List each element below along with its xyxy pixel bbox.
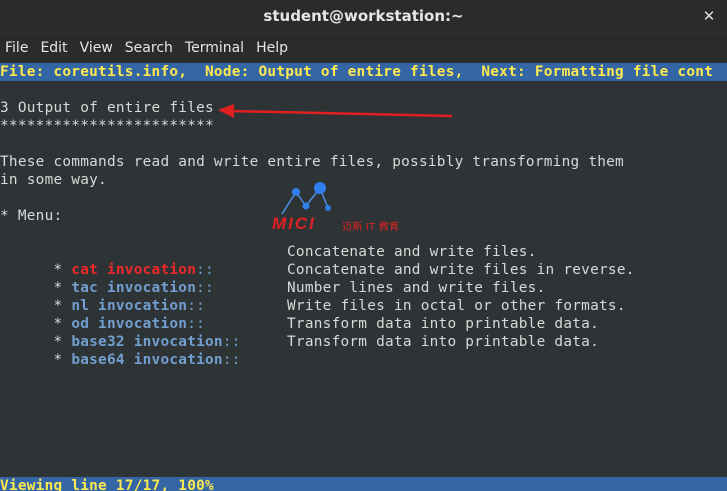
entry-description: Number lines and write files. (287, 280, 546, 296)
menu-entry-od[interactable]: * od invocation:: Write files in octal o… (0, 297, 727, 332)
window-title: student@workstation:~ (263, 7, 464, 25)
menu-terminal[interactable]: Terminal (179, 40, 250, 56)
section-title: 3 Output of entire files (0, 100, 214, 116)
entry-description: Transform data into printable data. (287, 316, 599, 332)
menu-entry-tac[interactable]: * tac invocation:: Concatenate and write… (0, 261, 727, 296)
section-underline: ************************ (0, 118, 214, 134)
title-bar: student@workstation:~ ✕ (0, 0, 727, 32)
section-description-line-1: These commands read and write entire fil… (0, 154, 624, 170)
menu-entry-cat[interactable]: * cat invocation:: Concatenate and write… (0, 243, 727, 278)
menu-edit[interactable]: Edit (34, 40, 73, 56)
entry-description: Concatenate and write files. (287, 244, 537, 260)
menu-entry-nl[interactable]: * nl invocation:: Number lines and write… (0, 279, 727, 314)
status-line: Viewing line 17/17, 100% (0, 477, 727, 491)
terminal-content[interactable]: File: coreutils.info, Node: Output of en… (0, 62, 727, 491)
close-icon[interactable]: ✕ (699, 6, 719, 26)
menu-label: * Menu: (0, 208, 63, 224)
menu-entry-base32[interactable]: * base32 invocation:: Transform data int… (0, 315, 727, 350)
entry-description: Concatenate and write files in reverse. (287, 262, 635, 278)
entry-bullet: * (53, 352, 72, 368)
entry-separator: :: (222, 352, 241, 368)
entry-link-base64-invocation[interactable]: base64 invocation (71, 352, 223, 368)
terminal-window: student@workstation:~ ✕ File Edit View S… (0, 0, 727, 491)
watermark-brand: MICI (272, 214, 316, 233)
watermark-molecule-icon (281, 182, 331, 215)
watermark-subtitle: 迈斯 IT 教育 (342, 222, 400, 233)
entry-description: Transform data into printable data. (287, 334, 599, 350)
watermark-logo: MICI 迈斯 IT 教育 (272, 182, 422, 233)
menu-bar: File Edit View Search Terminal Help (0, 34, 727, 62)
entry-description: Write files in octal or other formats. (287, 298, 626, 314)
section-description-line-2: in some way. (0, 172, 107, 188)
menu-search[interactable]: Search (119, 40, 179, 56)
menu-file[interactable]: File (0, 40, 34, 56)
menu-view[interactable]: View (74, 40, 119, 56)
info-header-line: File: coreutils.info, Node: Output of en… (0, 63, 727, 81)
menu-help[interactable]: Help (250, 40, 294, 56)
menu-entry-base64[interactable]: * base64 invocation:: Transform data int… (0, 333, 727, 368)
